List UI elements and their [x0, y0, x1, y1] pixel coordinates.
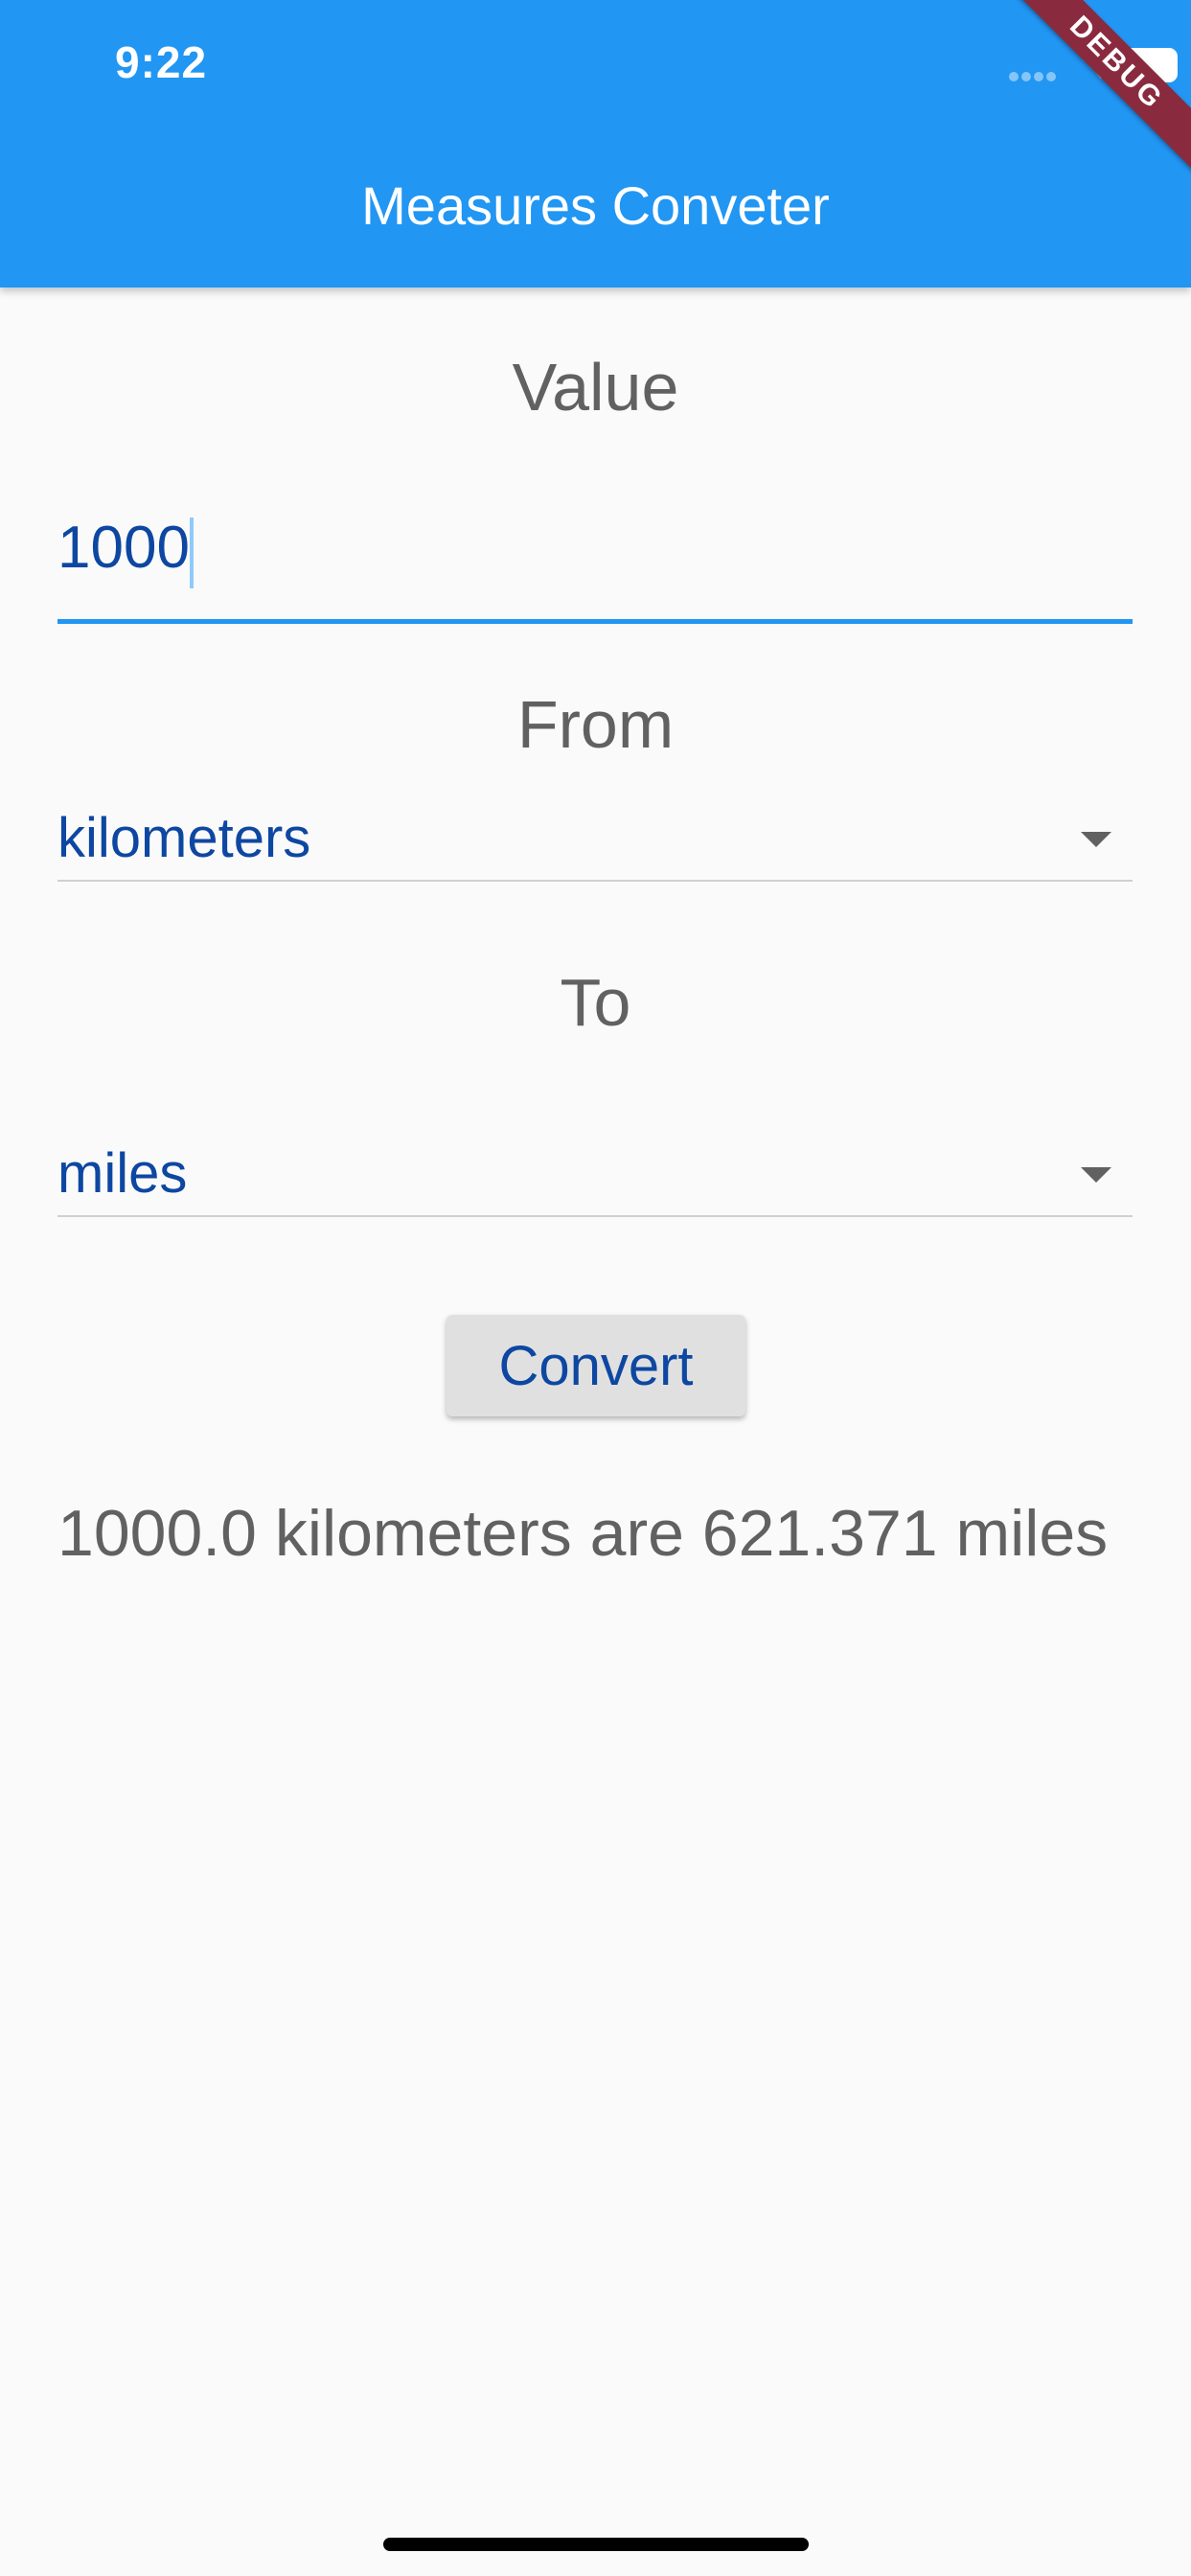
from-unit-dropdown[interactable]: kilometers: [57, 794, 1133, 882]
conversion-result: 1000.0 kilometers are 621.371 miles: [57, 1497, 1109, 1570]
signal-icon: [1009, 69, 1063, 81]
dropdown-arrow-icon: [1081, 832, 1111, 847]
status-time: 9:22: [115, 37, 208, 87]
debug-banner: DEBUG: [999, 0, 1191, 180]
value-input[interactable]: [57, 514, 1133, 581]
to-unit-dropdown[interactable]: miles: [57, 1129, 1133, 1217]
to-label: To: [560, 965, 631, 1040]
dropdown-arrow-icon: [1081, 1167, 1111, 1183]
to-unit-value: miles: [57, 1142, 188, 1205]
from-label: From: [516, 687, 675, 762]
value-input-underline: [57, 619, 1133, 624]
home-indicator[interactable]: [383, 2538, 809, 2551]
convert-button[interactable]: Convert: [447, 1315, 745, 1416]
app-bar: 9:22 DEBUG Measures Conveter: [0, 0, 1191, 288]
value-label: Value: [512, 350, 679, 425]
text-cursor: [190, 518, 194, 588]
from-unit-value: kilometers: [57, 807, 311, 869]
page-title: Measures Conveter: [361, 175, 830, 236]
